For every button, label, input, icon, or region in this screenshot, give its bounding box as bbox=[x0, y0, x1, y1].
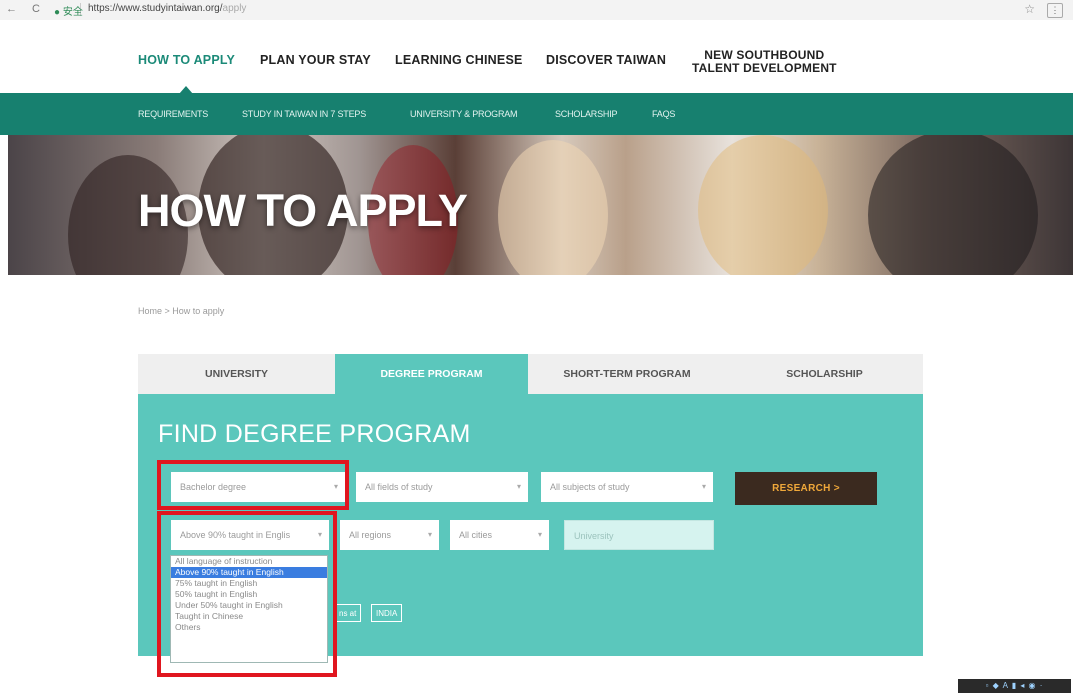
cities-select-value: All cities bbox=[459, 530, 493, 540]
chevron-down-icon: ▾ bbox=[701, 482, 706, 491]
hero-photo-figure bbox=[498, 140, 608, 275]
nav-discover-taiwan[interactable]: DISCOVER TAIWAN bbox=[546, 53, 666, 67]
main-navigation: HOW TO APPLY PLAN YOUR STAY LEARNING CHI… bbox=[0, 20, 1073, 94]
fields-select-value: All fields of study bbox=[365, 482, 433, 492]
hero-photo-figure bbox=[698, 135, 828, 275]
url-path: apply bbox=[222, 3, 247, 14]
sub-navigation: REQUIREMENTS STUDY IN TAIWAN IN 7 STEPS … bbox=[0, 93, 1073, 135]
subnav-faqs[interactable]: FAQS bbox=[652, 109, 675, 119]
subnav-scholarship[interactable]: SCHOLARSHIP bbox=[555, 109, 618, 119]
subnav-study-7-steps[interactable]: STUDY IN TAIWAN IN 7 STEPS bbox=[242, 109, 366, 119]
nav-new-southbound-line1: NEW SOUTHBOUND bbox=[704, 48, 825, 62]
breadcrumb[interactable]: Home > How to apply bbox=[138, 306, 224, 316]
tab-university[interactable]: UNIVERSITY bbox=[138, 354, 335, 394]
bookmark-star-icon[interactable]: ☆ bbox=[1024, 2, 1035, 16]
hero-banner: HOW TO APPLY bbox=[8, 135, 1073, 275]
chevron-down-icon: ▾ bbox=[427, 530, 432, 539]
regions-select[interactable]: All regions ▾ bbox=[340, 520, 439, 550]
tab-degree-program[interactable]: DEGREE PROGRAM bbox=[335, 354, 528, 394]
hero-title: HOW TO APPLY bbox=[138, 185, 468, 236]
highlight-box-degree bbox=[157, 460, 349, 510]
subjects-select-value: All subjects of study bbox=[550, 482, 630, 492]
research-button[interactable]: RESEARCH > bbox=[735, 472, 877, 505]
tab-scholarship[interactable]: SCHOLARSHIP bbox=[726, 354, 923, 394]
regions-select-value: All regions bbox=[349, 530, 392, 540]
chevron-down-icon: ▾ bbox=[537, 530, 542, 539]
nav-learning-chinese[interactable]: LEARNING CHINESE bbox=[395, 53, 523, 67]
tab-short-term-program[interactable]: SHORT-TERM PROGRAM bbox=[528, 354, 726, 394]
reload-icon[interactable]: ← C bbox=[6, 3, 46, 15]
system-tray: ▫ ◆ A ▮ ◂ ◉ · bbox=[958, 679, 1071, 693]
filter-tag-india[interactable]: INDIA bbox=[371, 604, 403, 622]
nav-plan-your-stay[interactable]: PLAN YOUR STAY bbox=[260, 53, 371, 67]
extension-icon[interactable]: ⋮ bbox=[1047, 3, 1063, 18]
nav-how-to-apply[interactable]: HOW TO APPLY bbox=[138, 53, 235, 67]
highlight-box-language bbox=[157, 511, 337, 677]
search-tabs: UNIVERSITY DEGREE PROGRAM SHORT-TERM PRO… bbox=[138, 354, 923, 394]
url-domain: https://www.studyintaiwan.org/ bbox=[88, 3, 223, 14]
university-input[interactable]: University bbox=[564, 520, 714, 550]
address-bar[interactable]: https://www.studyintaiwan.org/apply bbox=[88, 3, 246, 14]
nav-new-southbound[interactable]: NEW SOUTHBOUND TALENT DEVELOPMENT bbox=[692, 49, 837, 75]
browser-toolbar: ← C ● 安全 https://www.studyintaiwan.org/a… bbox=[0, 0, 1073, 21]
nav-new-southbound-line2: TALENT DEVELOPMENT bbox=[692, 61, 837, 75]
chevron-down-icon: ▾ bbox=[516, 482, 521, 491]
subnav-university-program[interactable]: UNIVERSITY & PROGRAM bbox=[410, 109, 518, 119]
secure-lock-icon: ● 安全 bbox=[54, 7, 83, 18]
subnav-requirements[interactable]: REQUIREMENTS bbox=[138, 109, 208, 119]
fields-select[interactable]: All fields of study ▾ bbox=[356, 472, 528, 502]
filter-tag[interactable]: ns at bbox=[334, 604, 362, 622]
subjects-select[interactable]: All subjects of study ▾ bbox=[541, 472, 713, 502]
hero-photo-figure bbox=[868, 135, 1038, 275]
cities-select[interactable]: All cities ▾ bbox=[450, 520, 549, 550]
panel-heading: FIND DEGREE PROGRAM bbox=[158, 420, 471, 448]
